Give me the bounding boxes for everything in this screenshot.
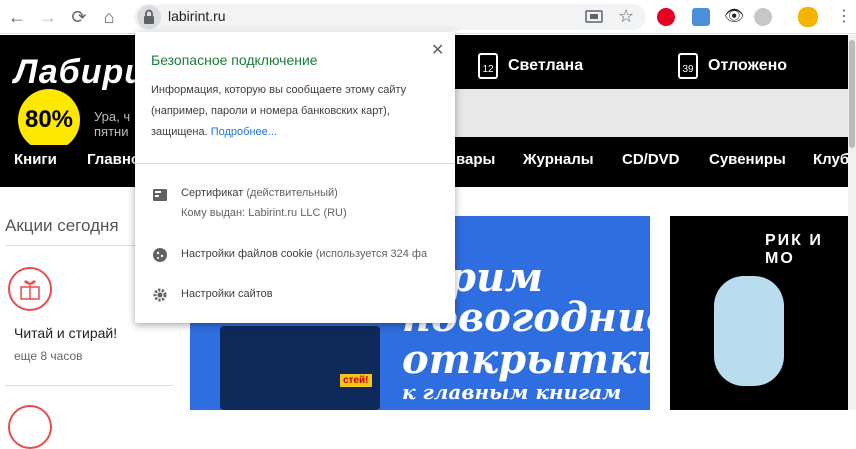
gear-icon (153, 288, 167, 302)
deferred-icon[interactable]: 39 (678, 53, 698, 79)
banner-line: к главным книгам (402, 380, 622, 404)
menu-item-club[interactable]: Клуб (813, 151, 849, 168)
browser-toolbar: ← → ⟳ ⌂ labirint.ru ☆ 👁 ⋮ (0, 0, 856, 34)
rick-and-morty-banner[interactable]: РИК И МО (670, 216, 848, 410)
cookies-settings-row[interactable]: Настройки файлов cookie (используется 32… (181, 248, 427, 260)
book-tag: стей! (340, 374, 372, 387)
certificate-icon (153, 189, 167, 201)
extension-icon[interactable] (692, 8, 710, 26)
site-info-popup: Безопасное подключение ✕ Информация, кот… (135, 32, 455, 323)
menu-item-goods[interactable]: вары (456, 151, 495, 168)
popup-title: Безопасное подключение (151, 52, 318, 68)
action-subtitle: еще 8 часов (14, 349, 83, 363)
cast-icon[interactable] (585, 9, 603, 25)
promo-text[interactable]: Ура, ч пятни (94, 109, 130, 139)
gift-icon[interactable] (8, 267, 52, 311)
certificate-issued-to: Кому выдан: Labirint.ru LLC (RU) (181, 207, 347, 219)
more-link[interactable]: Подробнее... (211, 126, 277, 138)
menu-item-souvenirs[interactable]: Сувениры (709, 151, 786, 168)
deferred-link[interactable]: Отложено (708, 57, 787, 75)
menu-item-main[interactable]: Главно (87, 151, 140, 168)
user-name[interactable]: Светлана (508, 57, 583, 75)
pinterest-icon[interactable] (657, 8, 675, 26)
more-menu-icon[interactable]: ⋮ (836, 6, 852, 26)
cookie-icon (153, 248, 167, 262)
divider (5, 385, 173, 386)
menu-item-magazines[interactable]: Журналы (523, 151, 594, 168)
lock-icon[interactable] (137, 5, 161, 29)
character-illustration (714, 276, 784, 386)
close-icon[interactable]: ✕ (431, 40, 444, 60)
site-logo[interactable]: Лабири (14, 53, 146, 92)
menu-item-books[interactable]: Книги (14, 151, 57, 168)
rick-banner-title: РИК И МО (765, 232, 823, 267)
divider (135, 163, 455, 164)
forward-arrow-icon[interactable]: → (37, 6, 59, 28)
sidebar-title: Акции сегодня (5, 216, 119, 235)
menu-item-cd-dvd[interactable]: CD/DVD (622, 151, 680, 168)
book-illustration (220, 326, 380, 410)
globe-icon[interactable] (754, 8, 772, 26)
banner-line: открытки (402, 336, 650, 383)
profile-avatar-icon[interactable] (798, 7, 818, 27)
reload-icon[interactable]: ⟳ (68, 6, 90, 28)
action-title[interactable]: Читай и стирай! (14, 325, 117, 341)
scrollbar-thumb[interactable] (849, 40, 855, 148)
search-bar[interactable] (454, 89, 848, 137)
discount-badge[interactable]: 80% (18, 89, 80, 151)
bookmark-star-icon[interactable]: ☆ (618, 6, 634, 27)
certificate-row[interactable]: Сертификат (действительный) (181, 187, 338, 199)
user-icon[interactable]: 12 (478, 53, 498, 79)
home-icon[interactable]: ⌂ (98, 6, 120, 28)
url-text[interactable]: labirint.ru (168, 8, 226, 24)
gift-icon[interactable] (8, 405, 52, 449)
eye-icon[interactable]: 👁 (724, 6, 744, 26)
popup-description: Информация, которую вы сообщаете этому с… (151, 84, 407, 138)
site-settings-row[interactable]: Настройки сайтов (181, 288, 273, 300)
back-arrow-icon[interactable]: ← (6, 6, 28, 28)
